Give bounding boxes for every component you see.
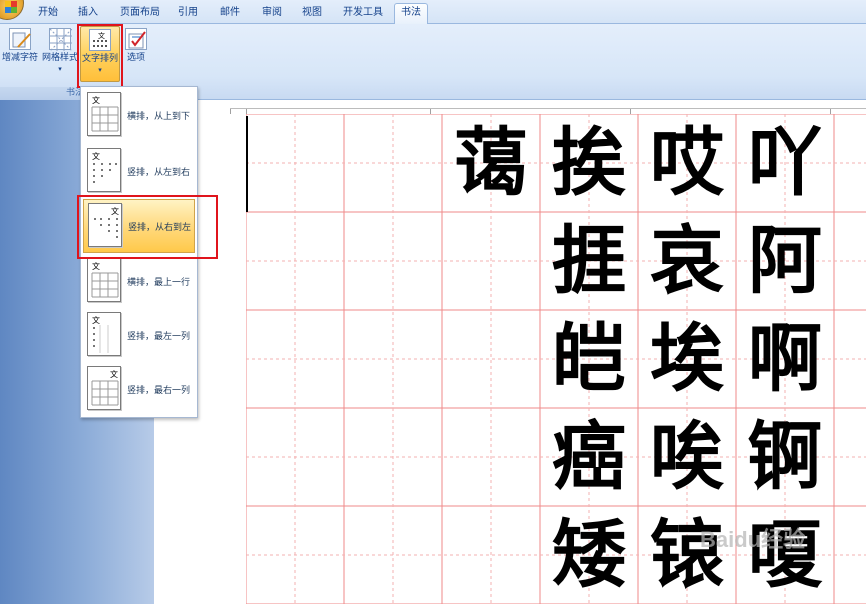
char-cell: 皑 [552, 316, 626, 402]
tab-home[interactable]: 开始 [30, 4, 66, 24]
char-cell: 哎 [650, 120, 724, 206]
char-cell: 埃 [650, 316, 724, 402]
layout-preview-icon: 文 [87, 92, 121, 136]
options-label: 选项 [126, 53, 145, 63]
char-cell: 啊 [748, 316, 822, 402]
annotation-box-ribbon [77, 24, 123, 88]
menu-item-vertical-leftmost-column[interactable]: 文 竖排，最左一列 [83, 309, 195, 361]
office-logo-icon [5, 1, 17, 13]
menu-item-horizontal-top-to-bottom[interactable]: 文 横排，从上到下 [83, 89, 195, 141]
tab-page-layout[interactable]: 页面布局 [112, 4, 168, 24]
office-button[interactable] [0, 0, 24, 20]
char-cell: 矮 [552, 512, 626, 598]
chevron-down-icon: ▾ [58, 65, 62, 73]
watermark: Baidu经验 [700, 527, 806, 552]
char-cell: 嗄 [748, 512, 822, 598]
annotation-box-menu-item [77, 195, 218, 259]
layout-preview-icon: 文 [87, 258, 121, 302]
options-button[interactable]: 选项 [122, 28, 150, 64]
char-cell: 蔼 [454, 120, 528, 206]
layout-preview-icon: 文 [87, 312, 121, 356]
layout-preview-icon: 文 [87, 148, 121, 192]
tab-calligraphy[interactable]: 书法 [394, 3, 428, 25]
menu-item-vertical-left-to-right[interactable]: 文 竖排，从左到右 [83, 145, 195, 197]
layout-preview-icon: 文 [87, 366, 121, 410]
char-cell: 捱 [552, 218, 626, 304]
tab-mailings[interactable]: 邮件 [212, 4, 248, 24]
char-cell: 吖 [748, 120, 822, 206]
tab-view[interactable]: 视图 [294, 4, 330, 24]
checklist-icon [125, 28, 147, 50]
menu-item-label: 横排，最上一行 [127, 278, 191, 288]
char-cell: 挨 [552, 120, 626, 206]
tab-review[interactable]: 审阅 [254, 4, 290, 24]
tab-insert[interactable]: 插入 [70, 4, 106, 24]
menu-item-label: 竖排，最左一列 [127, 332, 191, 342]
char-cell: 唉 [650, 414, 724, 500]
menu-item-label: 竖排，最右一列 [127, 386, 191, 396]
menu-item-label: 竖排，从左到右 [127, 168, 191, 178]
grid-style-button[interactable]: 网格样式 ▾ [40, 28, 80, 75]
grid-icon [49, 28, 73, 52]
ribbon-tab-bar: 开始 插入 页面布局 引用 邮件 审阅 视图 开发工具 书法 [0, 0, 866, 25]
grid-style-label: 网格样式 [41, 53, 78, 63]
menu-item-horizontal-top-row[interactable]: 文 横排，最上一行 [83, 255, 195, 307]
text-cursor [246, 116, 248, 212]
char-cell: 锕 [748, 414, 822, 500]
tab-references[interactable]: 引用 [170, 4, 206, 24]
menu-item-label: 横排，从上到下 [127, 112, 191, 122]
char-cell: 癌 [552, 414, 626, 500]
menu-item-vertical-rightmost-column[interactable]: 文 竖排，最右一列 [83, 363, 195, 415]
char-cell: 锿 [650, 512, 724, 598]
character-pencil-icon [9, 28, 31, 50]
char-cell: 哀 [650, 218, 724, 304]
add-remove-chars-button[interactable]: 增减字符 [0, 28, 40, 64]
char-cell: 阿 [748, 218, 822, 304]
add-remove-chars-label: 增减字符 [1, 53, 38, 63]
tab-developer[interactable]: 开发工具 [336, 4, 390, 24]
